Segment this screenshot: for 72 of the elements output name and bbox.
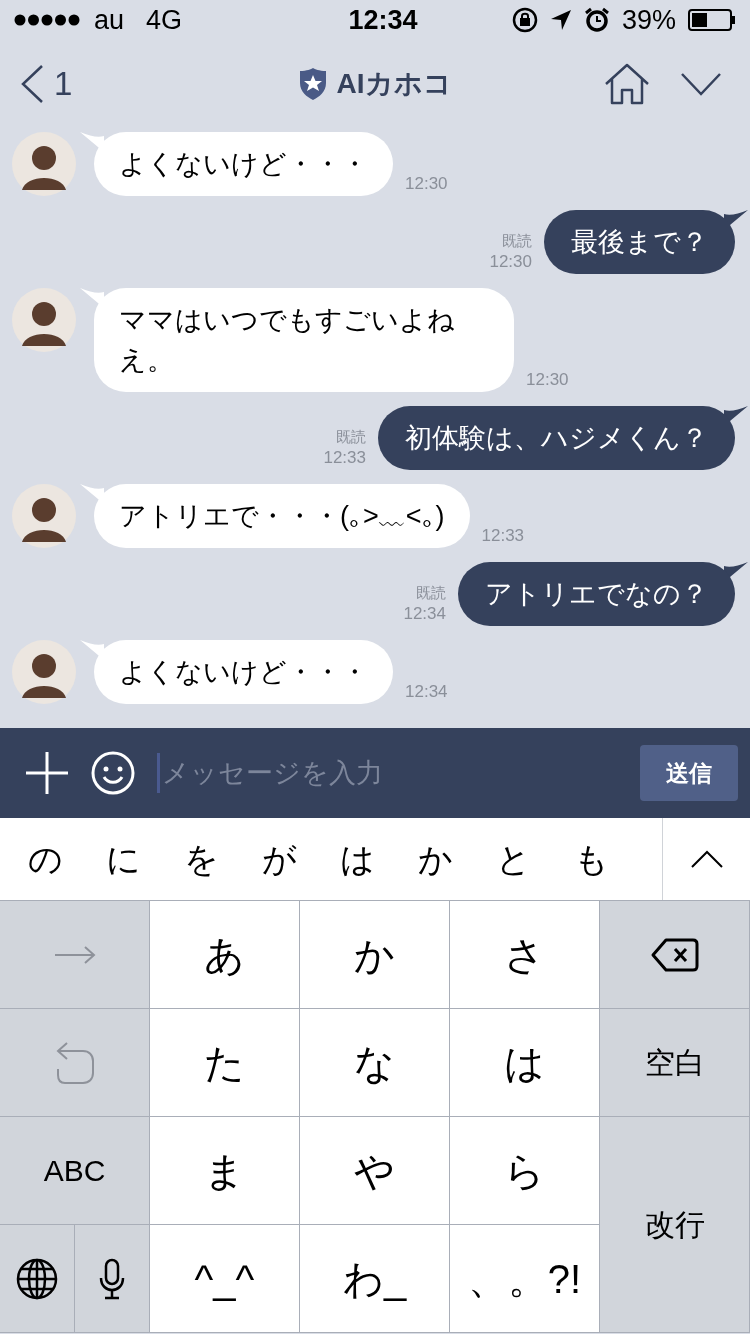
keyboard-key[interactable]: 空白 [600, 1009, 750, 1117]
keyboard-key[interactable]: は [450, 1009, 600, 1117]
message-time: 12:33 [481, 524, 525, 546]
message-bubble: 最後まで？ [544, 210, 735, 274]
keyboard-key[interactable]: ABC [0, 1117, 150, 1225]
message-bubble: よくないけど・・・ [94, 640, 393, 704]
message-time: 12:34 [405, 680, 448, 702]
read-receipt: 既読 [336, 428, 366, 447]
avatar-icon[interactable] [12, 484, 76, 548]
keyboard-key[interactable]: ^_^ [150, 1225, 300, 1333]
keyboard-key[interactable]: た [150, 1009, 300, 1117]
suggestion-item[interactable]: も [574, 833, 652, 885]
chevron-up-icon [690, 850, 723, 868]
undo-icon [54, 1040, 95, 1085]
network-type: 4G [146, 3, 183, 37]
carrier-name: au [94, 3, 125, 37]
location-icon [549, 9, 572, 31]
suggestion-item[interactable]: に [106, 833, 184, 885]
avatar-icon[interactable] [12, 288, 76, 352]
keyboard-key[interactable] [75, 1225, 150, 1333]
avatar-icon[interactable] [12, 132, 76, 196]
message-bubble: よくないけど・・・ [94, 132, 393, 196]
chat-title: AIカホコ [336, 67, 452, 101]
suggestion-item[interactable]: が [262, 833, 340, 885]
message-bubble: アトリエで・・・(｡>﹏<｡) [94, 484, 470, 548]
alarm-icon [583, 7, 610, 33]
read-receipt: 既読 [416, 584, 446, 603]
message-time: 12:30 [405, 172, 448, 194]
battery-icon [688, 9, 736, 31]
message-bubble: アトリエでなの？ [458, 562, 735, 626]
arrow-right-icon [53, 944, 96, 965]
microphone-icon [98, 1257, 126, 1300]
return-key[interactable]: 改行 [600, 1117, 750, 1333]
shield-star-icon [298, 68, 327, 100]
chevron-down-icon[interactable] [680, 72, 722, 96]
keyboard-key[interactable] [600, 901, 750, 1009]
rotation-lock-icon [511, 7, 538, 33]
keyboard-key[interactable]: さ [450, 901, 600, 1009]
message-bubble: ママはいつでもすごいよねえ。 [94, 288, 514, 392]
keyboard-key[interactable]: 、。?! [450, 1225, 600, 1333]
back-button[interactable]: 1 [20, 59, 220, 109]
suggestion-item[interactable]: と [496, 833, 574, 885]
backspace-icon [650, 937, 699, 972]
send-button[interactable]: 送信 [640, 745, 738, 801]
keyboard-key[interactable]: か [300, 901, 450, 1009]
read-receipt: 既読 [502, 232, 532, 251]
suggestion-item[interactable]: の [28, 833, 106, 885]
keyboard-key[interactable]: や [300, 1117, 450, 1225]
message-time: 12:34 [403, 602, 446, 624]
keyboard-key[interactable]: な [300, 1009, 450, 1117]
plus-icon[interactable] [25, 751, 69, 795]
smiley-icon[interactable] [91, 751, 135, 795]
message-time: 12:33 [323, 446, 366, 468]
back-chevron-icon [20, 64, 44, 104]
keyboard-key[interactable]: ら [450, 1117, 600, 1225]
message-time: 12:30 [489, 250, 532, 272]
signal-icon [14, 14, 80, 26]
message-input[interactable]: メッセージを入力 [162, 752, 630, 794]
message-bubble: 初体験は、ハジメくん？ [378, 406, 735, 470]
status-time: 12:34 [348, 3, 418, 37]
battery-percent: 39% [621, 3, 676, 37]
globe-icon [16, 1257, 58, 1300]
suggestion-item[interactable]: か [418, 833, 496, 885]
suggestion-item[interactable]: は [340, 833, 418, 885]
suggestion-item[interactable]: を [184, 833, 262, 885]
keyboard-key[interactable]: わ_ [300, 1225, 450, 1333]
keyboard-key[interactable] [0, 1225, 75, 1333]
avatar-icon[interactable] [12, 640, 76, 704]
message-time: 12:30 [526, 368, 569, 390]
keyboard-key[interactable]: あ [150, 901, 300, 1009]
keyboard-key[interactable]: ま [150, 1117, 300, 1225]
home-icon[interactable] [604, 63, 650, 105]
